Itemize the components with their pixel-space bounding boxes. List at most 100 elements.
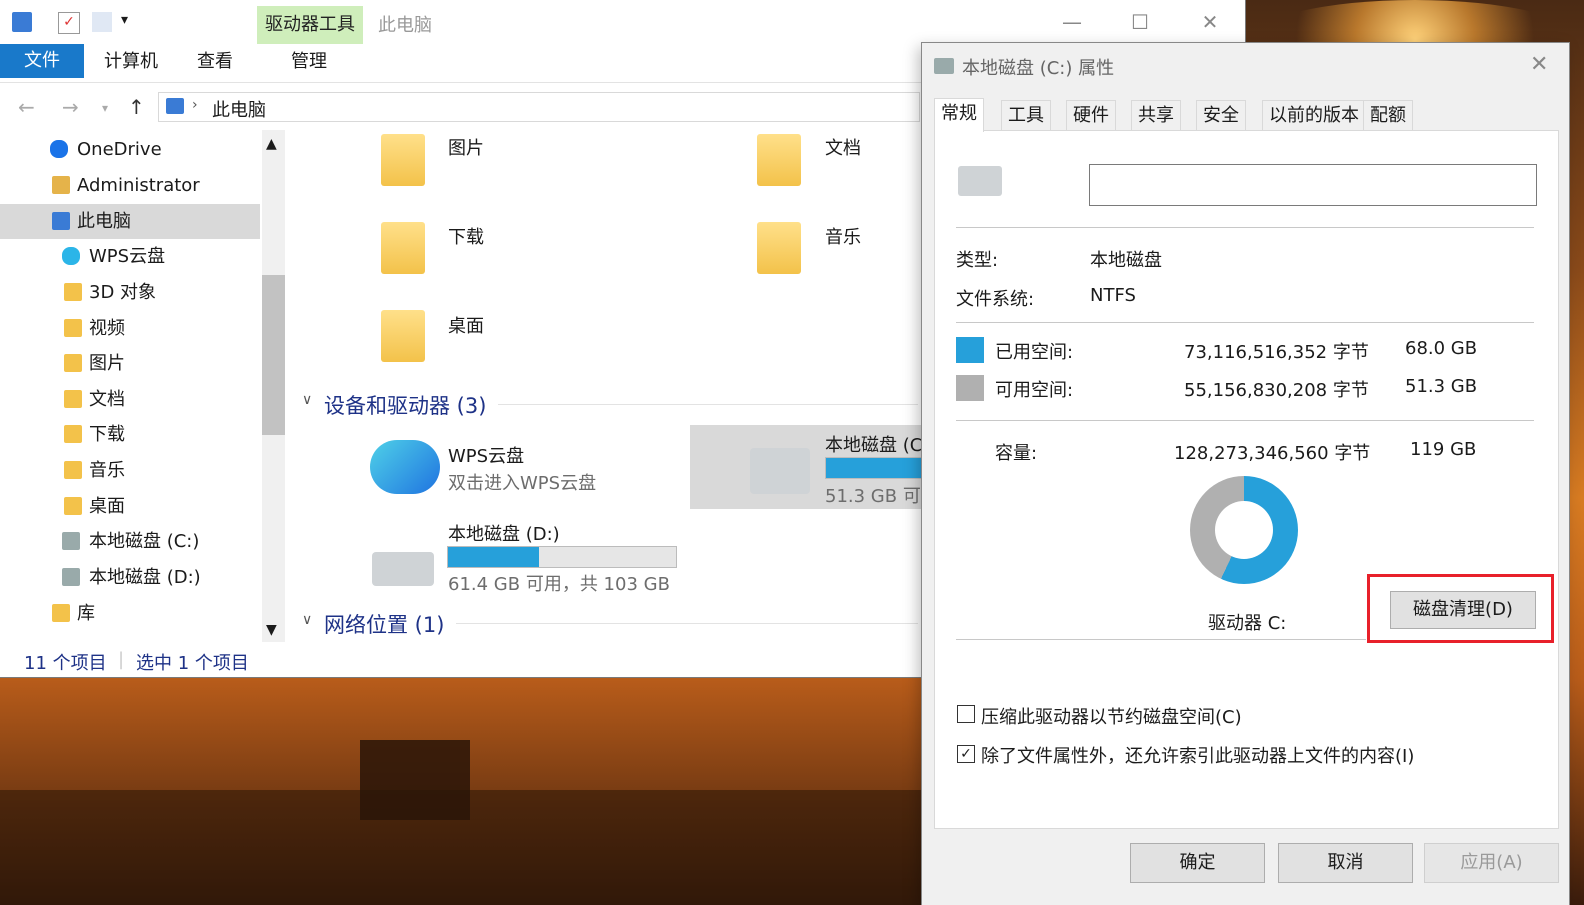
tab-file[interactable]: 文件: [0, 44, 84, 78]
drive-icon: [62, 568, 80, 586]
desktop-folder-icon[interactable]: [381, 310, 425, 362]
used-label: 已用空间:: [995, 342, 1074, 363]
sidebar-item-pictures[interactable]: 图片: [0, 346, 260, 381]
tab-quota[interactable]: 配额: [1363, 100, 1413, 131]
sidebar-item-label: 本地磁盘 (C:): [89, 531, 200, 552]
sidebar-item-label: 桌面: [89, 496, 125, 517]
status-item-count: 11 个项目: [24, 653, 107, 674]
divider: [956, 227, 1534, 228]
capacity-gb: 119 GB: [1410, 439, 1477, 460]
music-folder-icon[interactable]: [757, 222, 801, 274]
scroll-down-icon[interactable]: ▼: [266, 622, 277, 638]
downloads-folder-icon[interactable]: [381, 222, 425, 274]
tab-view[interactable]: 查看: [197, 44, 233, 80]
sidebar-item-label: 视频: [89, 318, 125, 339]
back-arrow-icon[interactable]: ←: [18, 95, 35, 119]
sidebar-item-drive-d[interactable]: 本地磁盘 (D:): [0, 560, 260, 595]
devices-section-header[interactable]: 设备和驱动器 (3): [324, 390, 486, 420]
tab-computer[interactable]: 计算机: [104, 44, 158, 80]
maximize-button[interactable]: ☐: [1120, 8, 1160, 36]
sidebar-item-administrator[interactable]: Administrator: [0, 168, 260, 203]
nav-scrollbar-thumb[interactable]: [262, 275, 285, 435]
minimize-button[interactable]: —: [1052, 8, 1092, 36]
tab-tools[interactable]: 工具: [1001, 100, 1051, 131]
qat-dropdown-icon[interactable]: ▾: [121, 12, 128, 28]
folder-music[interactable]: 音乐: [825, 223, 861, 249]
divider: [956, 322, 1534, 323]
folder-desktop[interactable]: 桌面: [448, 312, 484, 338]
donut-center: [1215, 501, 1273, 559]
sidebar-item-desktop[interactable]: 桌面: [0, 489, 260, 524]
breadcrumb-chevron-icon[interactable]: ›: [192, 97, 198, 113]
folder-pictures[interactable]: 图片: [448, 134, 484, 160]
ok-button[interactable]: 确定: [1130, 843, 1265, 883]
documents-folder-icon[interactable]: [757, 134, 801, 186]
highlight-box: [1367, 574, 1554, 643]
tab-hardware[interactable]: 硬件: [1066, 100, 1116, 131]
new-folder-icon[interactable]: [92, 12, 112, 32]
up-arrow-icon[interactable]: ↑: [128, 95, 145, 119]
tab-sharing[interactable]: 共享: [1131, 100, 1181, 131]
used-gb: 68.0 GB: [1405, 338, 1478, 359]
sidebar-item-3d-objects[interactable]: 3D 对象: [0, 275, 260, 310]
sidebar-item-downloads[interactable]: 下载: [0, 417, 260, 452]
sidebar-item-label: 文档: [89, 389, 125, 410]
drive-label-input[interactable]: [1089, 164, 1537, 206]
fs-label: 文件系统:: [956, 289, 1035, 310]
sidebar-item-onedrive[interactable]: OneDrive: [0, 132, 260, 167]
cloud-icon: [50, 140, 68, 158]
wps-cloud-name[interactable]: WPS云盘: [448, 442, 524, 468]
collapse-chevron-icon[interactable]: ∨: [302, 392, 312, 408]
sidebar-item-libraries[interactable]: 库: [0, 596, 260, 631]
dialog-close-icon[interactable]: ✕: [1530, 52, 1548, 77]
collapse-chevron-icon[interactable]: ∨: [302, 612, 312, 628]
sidebar-item-music[interactable]: 音乐: [0, 453, 260, 488]
compress-checkbox[interactable]: [957, 705, 975, 723]
free-space-swatch: [956, 375, 984, 401]
properties-icon[interactable]: ✓: [58, 12, 80, 34]
sidebar-item-documents[interactable]: 文档: [0, 382, 260, 417]
used-bytes: 73,116,516,352 字节: [1184, 342, 1369, 363]
folder-icon: [64, 283, 82, 301]
ribbon-context-tab[interactable]: 驱动器工具: [257, 6, 363, 44]
network-section-header[interactable]: 网络位置 (1): [324, 609, 444, 639]
tab-security[interactable]: 安全: [1196, 100, 1246, 131]
scroll-up-icon[interactable]: ▲: [266, 136, 277, 152]
breadcrumb[interactable]: 此电脑: [212, 96, 266, 122]
recent-dropdown-icon[interactable]: ▾: [102, 101, 108, 115]
section-divider: [456, 623, 918, 624]
close-button[interactable]: ✕: [1190, 8, 1230, 36]
status-bar: 11 个项目 | 选中 1 个项目: [0, 645, 920, 677]
sidebar-item-this-pc[interactable]: 此电脑: [0, 204, 260, 239]
sidebar-item-label: 图片: [89, 353, 125, 374]
pictures-folder-icon[interactable]: [381, 134, 425, 186]
status-divider: |: [118, 649, 125, 670]
sidebar-item-videos[interactable]: 视频: [0, 311, 260, 346]
user-folder-icon: [52, 176, 70, 194]
drive-c-usage-bar: [825, 457, 923, 479]
cloud-icon: [62, 247, 80, 265]
folder-icon: [64, 425, 82, 443]
folder-downloads[interactable]: 下载: [448, 223, 484, 249]
wps-cloud-subtitle: 双击进入WPS云盘: [448, 473, 597, 494]
index-checkbox[interactable]: ✓: [957, 745, 975, 763]
sidebar-item-drive-c[interactable]: 本地磁盘 (C:): [0, 524, 260, 559]
apply-button[interactable]: 应用(A): [1424, 843, 1559, 883]
drive-icon: [934, 58, 954, 74]
sidebar-item-wps-cloud[interactable]: WPS云盘: [0, 239, 260, 274]
tab-general[interactable]: 常规: [934, 98, 984, 132]
compress-label[interactable]: 压缩此驱动器以节约磁盘空间(C): [981, 703, 1242, 729]
address-bar[interactable]: [158, 92, 920, 122]
sidebar-item-label: 库: [77, 603, 95, 624]
tab-previous-versions[interactable]: 以前的版本: [1262, 100, 1366, 131]
tab-manage[interactable]: 管理: [291, 44, 327, 80]
drive-icon[interactable]: [372, 552, 434, 586]
folder-documents[interactable]: 文档: [825, 134, 861, 160]
index-label[interactable]: 除了文件属性外，还允许索引此驱动器上文件的内容(I): [981, 742, 1414, 768]
sidebar-item-label: 音乐: [89, 460, 125, 481]
wps-cloud-icon[interactable]: [370, 440, 440, 494]
drive-letter-label: 驱动器 C:: [1208, 613, 1287, 634]
cancel-button[interactable]: 取消: [1278, 843, 1413, 883]
drive-d-name[interactable]: 本地磁盘 (D:): [448, 520, 560, 546]
forward-arrow-icon[interactable]: →: [62, 95, 79, 119]
